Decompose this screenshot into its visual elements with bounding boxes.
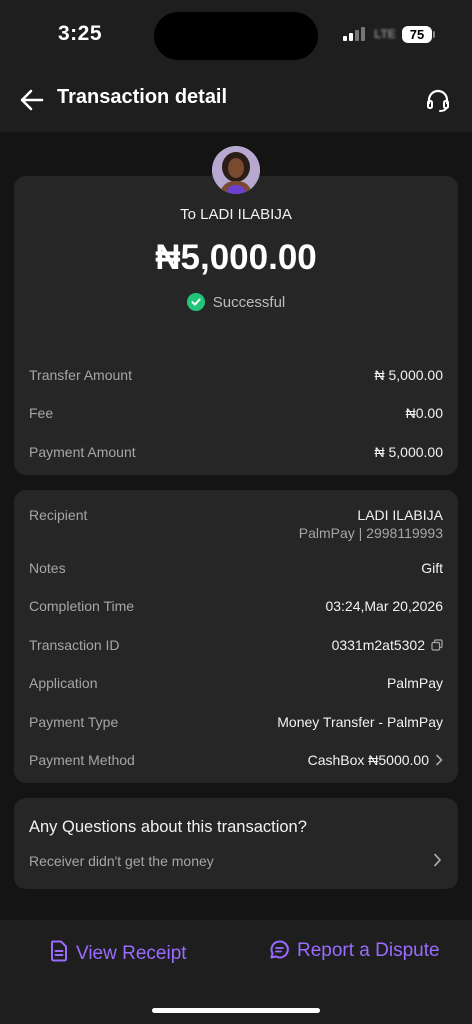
- recipient-avatar: [212, 146, 260, 194]
- payment-type-row: Payment Type Money Transfer - PalmPay: [29, 714, 443, 736]
- report-dispute-label: Report a Dispute: [297, 940, 440, 961]
- row-label: Application: [29, 675, 98, 691]
- recipient-line: To LADI ILABIJA: [180, 206, 292, 223]
- signal-icon: [343, 27, 373, 41]
- view-receipt-button[interactable]: View Receipt: [50, 940, 187, 965]
- home-indicator[interactable]: [152, 1008, 320, 1013]
- battery-icon: 75: [402, 26, 432, 43]
- report-dispute-button[interactable]: Report a Dispute: [270, 940, 440, 962]
- recipient-row: Recipient LADI ILABIJA PalmPay | 2998119…: [29, 507, 443, 547]
- check-circle-icon: [186, 293, 205, 311]
- row-label: Notes: [29, 560, 66, 576]
- notes-row: Notes Gift: [29, 560, 443, 582]
- document-icon: [51, 940, 67, 962]
- transfer-amount-row: Transfer Amount ₦ 5,000.00: [29, 367, 443, 389]
- row-label: Transfer Amount: [29, 367, 132, 383]
- row-label: Transaction ID: [29, 637, 120, 653]
- row-value: ₦ 5,000.00: [374, 444, 444, 460]
- help-card[interactable]: Any Questions about this transaction? Re…: [14, 798, 458, 889]
- transaction-amount: ₦5,000.00: [155, 238, 317, 277]
- completion-time-row: Completion Time 03:24,Mar 20,2026: [29, 598, 443, 620]
- chevron-right-icon: [433, 853, 442, 872]
- payment-method-row[interactable]: Payment Method CashBox ₦5000.00: [29, 752, 443, 774]
- row-label: Payment Method: [29, 752, 135, 768]
- row-label: Payment Type: [29, 714, 119, 730]
- headset-icon[interactable]: [424, 86, 452, 114]
- status-bar: 3:25 LTE 75: [0, 0, 472, 70]
- recipient-account: PalmPay | 2998119993: [298, 525, 443, 541]
- payment-method-text: CashBox ₦5000.00: [307, 752, 429, 768]
- transaction-id-value: 0331m2at5302: [332, 637, 443, 653]
- row-value: Money Transfer - PalmPay: [277, 714, 443, 730]
- details-card: Recipient LADI ILABIJA PalmPay | 2998119…: [14, 490, 458, 783]
- battery-tip: [433, 31, 435, 38]
- row-label: Fee: [29, 405, 54, 421]
- help-title: Any Questions about this transaction?: [29, 818, 307, 836]
- row-label: Payment Amount: [29, 444, 136, 460]
- row-label: Completion Time: [29, 598, 135, 614]
- row-value: Gift: [421, 560, 443, 576]
- status-text: Successful: [212, 294, 286, 311]
- status-line: Successful: [14, 293, 458, 311]
- app-header: Transaction detail: [0, 70, 472, 132]
- payment-amount-row: Payment Amount ₦ 5,000.00: [29, 444, 443, 466]
- payment-method-value[interactable]: CashBox ₦5000.00: [308, 752, 443, 769]
- row-value: ₦ 5,000.00: [374, 367, 444, 383]
- chat-bubble-icon: [270, 940, 289, 959]
- bottom-action-bar: View Receipt Report a Dispute: [0, 920, 472, 1024]
- network-label: LTE: [374, 27, 396, 41]
- transaction-id-text[interactable]: 0331m2at5302: [332, 637, 425, 653]
- copy-icon[interactable]: [431, 638, 443, 651]
- recipient-name: LADI ILABIJA: [357, 507, 443, 523]
- row-label: Recipient: [29, 507, 88, 523]
- page-title: Transaction detail: [57, 86, 228, 108]
- view-receipt-label: View Receipt: [76, 943, 187, 964]
- status-time: 3:25: [58, 22, 103, 45]
- summary-card: To LADI ILABIJA ₦5,000.00 Successful Tra…: [14, 176, 458, 475]
- fee-row: Fee ₦0.00: [29, 405, 443, 427]
- row-value: 03:24,Mar 20,2026: [325, 598, 443, 614]
- back-arrow-icon[interactable]: [18, 86, 46, 114]
- help-item-receiver-not-paid[interactable]: Receiver didn't get the money: [29, 853, 214, 869]
- row-value: PalmPay: [386, 675, 443, 691]
- transaction-id-row: Transaction ID 0331m2at5302: [29, 637, 443, 659]
- dynamic-island: [154, 12, 318, 60]
- chevron-right-icon: [435, 753, 443, 769]
- row-value: ₦0.00: [405, 405, 443, 421]
- application-row: Application PalmPay: [29, 675, 443, 697]
